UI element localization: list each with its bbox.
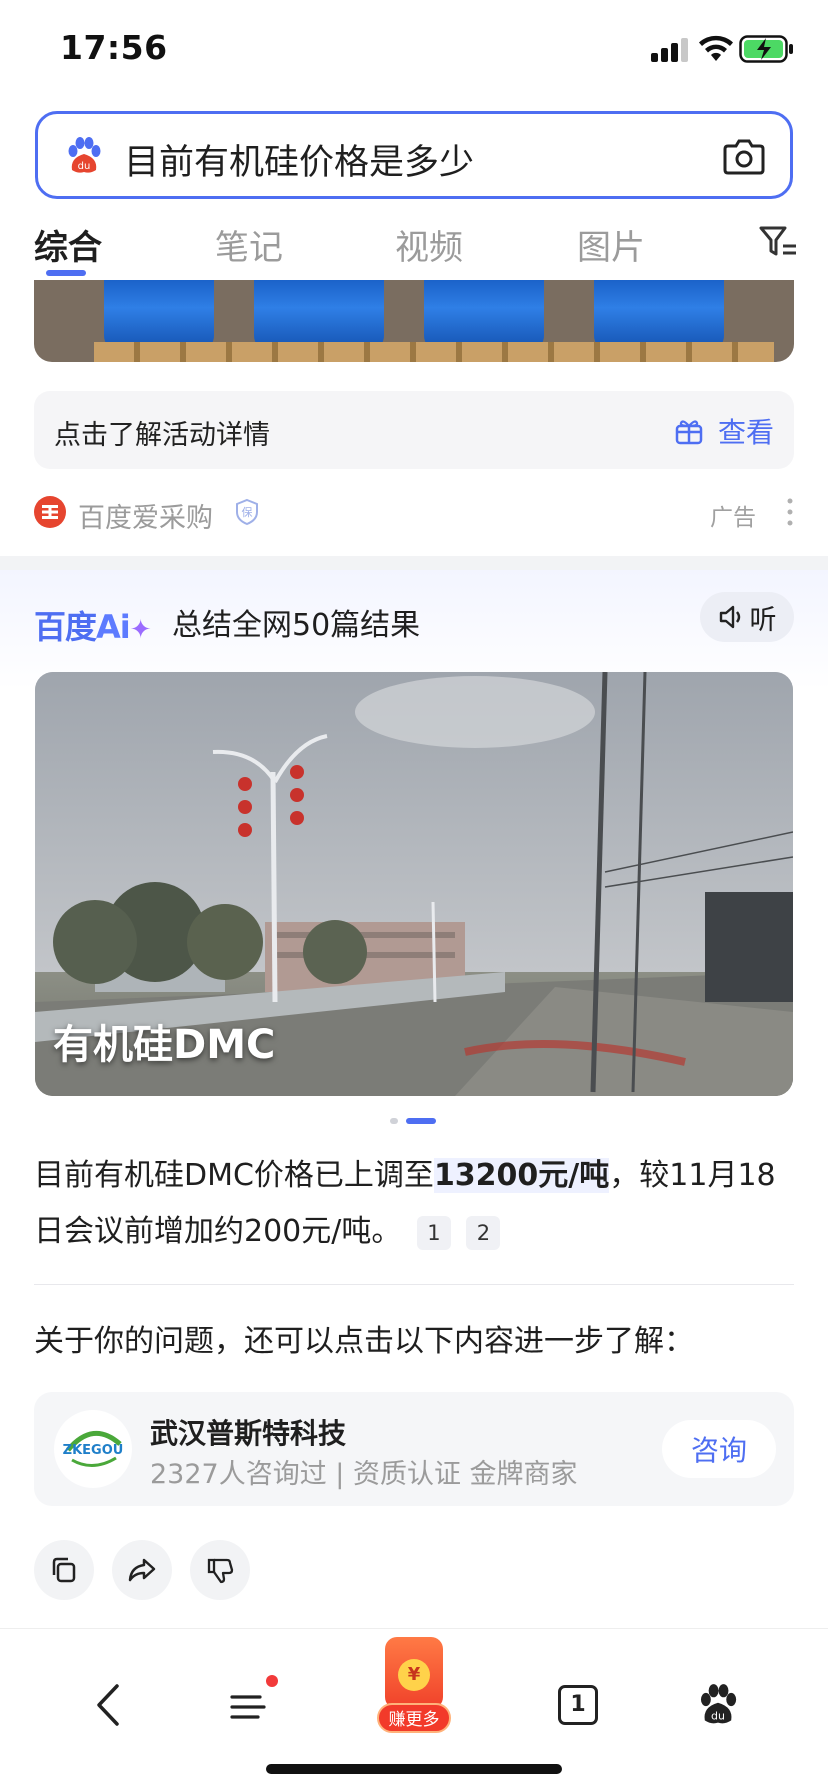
chevron-left-icon (97, 1684, 119, 1726)
citation-1[interactable]: 1 (416, 1215, 451, 1250)
cellular-signal-icon (651, 38, 691, 62)
coin-icon: ¥ (398, 1659, 430, 1691)
copy-icon (52, 1557, 76, 1583)
view-button[interactable]: 查看 (674, 411, 774, 451)
view-label: 查看 (717, 416, 774, 449)
guarantee-shield-icon: 保 (236, 498, 258, 526)
answer-price-highlight: 13200元/吨 (433, 1158, 610, 1193)
tab-videos[interactable]: 视频 (395, 220, 463, 269)
merchant-name: 武汉普斯特科技 (150, 1417, 347, 1450)
ai-result-photo[interactable]: 有机硅DMC (35, 672, 793, 1096)
thumbs-down-icon (207, 1558, 234, 1584)
home-indicator[interactable] (266, 1764, 562, 1774)
wifi-icon (699, 35, 733, 61)
merchant-logo: ZKEGOU (54, 1410, 132, 1488)
back-button[interactable] (78, 1675, 138, 1735)
tabs-button[interactable]: 1 (548, 1675, 608, 1735)
further-reading-text: 关于你的问题，还可以点击以下内容进一步了解： (34, 1324, 694, 1359)
photo-caption: 有机硅DMC (53, 1022, 276, 1068)
listen-label: 听 (749, 604, 777, 636)
filter-icon[interactable] (758, 222, 798, 262)
baidu-paw-icon: du (700, 1684, 737, 1724)
ai-summary-title: 总结全网50篇结果 (172, 608, 421, 643)
ad-source-row: 百度爱采购 保 广告 (34, 492, 794, 535)
share-icon (128, 1558, 156, 1582)
aicaigou-logo-icon (34, 496, 66, 528)
ad-source-name[interactable]: 百度爱采购 (78, 496, 213, 535)
listen-button[interactable]: 听 (700, 592, 794, 642)
ai-answer-text: 目前有机硅DMC价格已上调至13200元/吨，较11月18日会议前增加约200元… (34, 1148, 794, 1260)
search-input[interactable]: 目前有机硅价格是多少 (124, 134, 474, 185)
notification-dot (266, 1675, 278, 1687)
earn-more-button[interactable]: ¥ 赚更多 (377, 1637, 451, 1741)
speaker-icon (719, 605, 740, 629)
share-button[interactable] (112, 1540, 172, 1600)
ad-product-image[interactable] (34, 280, 794, 362)
answer-divider (34, 1284, 794, 1285)
activity-text: 点击了解活动详情 (54, 420, 270, 451)
merchant-meta: 2327人咨询过 | 资质认证 金牌商家 (150, 1459, 578, 1490)
battery-charging-icon (739, 35, 793, 63)
search-tabs: 综合 笔记 视频 图片 (0, 210, 828, 280)
earn-more-label: 赚更多 (377, 1703, 451, 1733)
svg-text:ZKEGOU: ZKEGOU (63, 1443, 124, 1458)
svg-text:du: du (711, 1709, 725, 1722)
ai-answer-section: 百度Ai✦ 总结全网50篇结果 听 有机硅DMC 目前有机硅DMC价格已上调至1… (0, 570, 828, 1630)
carousel-indicator (390, 1117, 440, 1125)
merchant-card[interactable]: ZKEGOU 武汉普斯特科技 2327人咨询过 | 资质认证 金牌商家 咨询 (34, 1392, 794, 1506)
tab-notes[interactable]: 笔记 (215, 220, 283, 269)
status-time: 17:56 (60, 28, 168, 67)
ad-activity-card[interactable]: 点击了解活动详情 查看 (34, 391, 794, 469)
dislike-button[interactable] (190, 1540, 250, 1600)
more-options-icon[interactable] (786, 496, 794, 528)
search-bar[interactable]: du 目前有机硅价格是多少 (35, 111, 793, 199)
section-divider (0, 556, 828, 570)
baidu-ai-logo: 百度Ai✦ (34, 608, 152, 646)
tab-count: 1 (558, 1685, 598, 1725)
tab-images[interactable]: 图片 (577, 220, 645, 269)
baidu-home-button[interactable]: du (688, 1675, 748, 1735)
ad-label: 广告 (710, 505, 756, 531)
baidu-paw-icon: du (68, 137, 101, 173)
menu-icon (230, 1695, 266, 1719)
gift-icon (675, 420, 703, 445)
status-bar: 17:56 (0, 0, 828, 100)
copy-button[interactable] (34, 1540, 94, 1600)
citation-2[interactable]: 2 (466, 1215, 501, 1250)
tab-comprehensive[interactable]: 综合 (34, 220, 102, 269)
menu-button[interactable] (220, 1675, 280, 1735)
camera-icon[interactable] (722, 136, 766, 176)
svg-text:du: du (78, 161, 91, 172)
consult-button[interactable]: 咨询 (662, 1420, 776, 1478)
svg-text:保: 保 (242, 505, 253, 519)
active-tab-indicator (46, 270, 86, 276)
answer-prefix: 目前有机硅DMC价格已上调至 (34, 1158, 434, 1193)
